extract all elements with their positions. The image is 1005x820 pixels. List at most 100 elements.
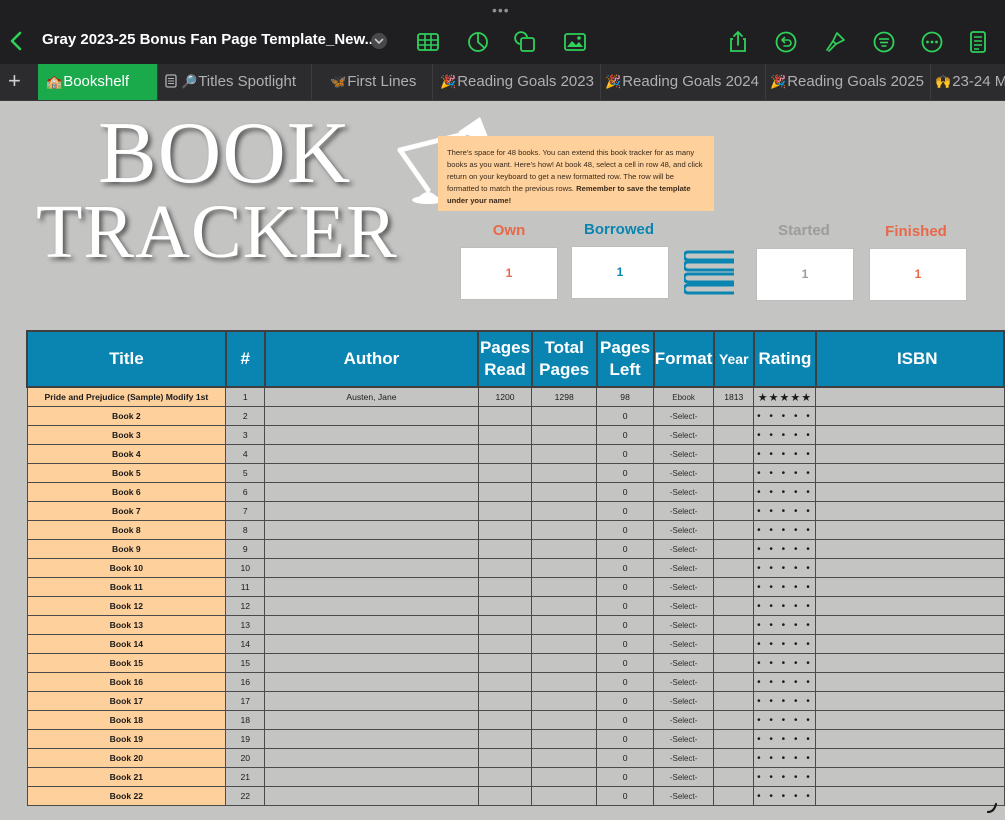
total-pages-cell[interactable] bbox=[531, 520, 598, 540]
isbn-cell[interactable] bbox=[815, 634, 1005, 654]
total-pages-cell[interactable] bbox=[531, 710, 598, 730]
pages-left-cell[interactable]: 0 bbox=[596, 672, 655, 692]
year-cell[interactable] bbox=[713, 501, 755, 521]
format-select[interactable]: -Select- bbox=[653, 596, 715, 616]
rating-cell[interactable]: • • • • • bbox=[753, 539, 817, 559]
title-cell[interactable]: Book 11 bbox=[26, 577, 227, 597]
format-brush-icon[interactable] bbox=[823, 30, 847, 54]
header-number[interactable]: # bbox=[224, 330, 266, 388]
title-cell[interactable]: Pride and Prejudice (Sample) Modify 1st bbox=[26, 386, 227, 407]
author-cell[interactable] bbox=[264, 520, 479, 540]
rating-cell[interactable]: • • • • • bbox=[753, 615, 817, 635]
number-cell[interactable]: 9 bbox=[225, 539, 266, 559]
pages-read-cell[interactable]: 1200 bbox=[477, 386, 533, 407]
rating-cell[interactable]: • • • • • bbox=[753, 406, 817, 426]
author-cell[interactable] bbox=[264, 596, 479, 616]
format-select[interactable]: -Select- bbox=[653, 406, 715, 426]
total-pages-cell[interactable] bbox=[531, 748, 598, 768]
isbn-cell[interactable] bbox=[815, 786, 1005, 806]
pages-read-cell[interactable] bbox=[477, 444, 533, 464]
year-cell[interactable] bbox=[713, 596, 755, 616]
rating-cell[interactable]: • • • • • bbox=[753, 748, 817, 768]
total-pages-cell[interactable] bbox=[531, 539, 598, 559]
author-cell[interactable]: Austen, Jane bbox=[264, 386, 479, 407]
title-cell[interactable]: Book 12 bbox=[26, 596, 227, 616]
total-pages-cell[interactable] bbox=[531, 596, 598, 616]
pages-read-cell[interactable] bbox=[477, 672, 533, 692]
title-cell[interactable]: Book 19 bbox=[26, 729, 227, 749]
format-select[interactable]: -Select- bbox=[653, 577, 715, 597]
pages-read-cell[interactable] bbox=[477, 482, 533, 502]
number-cell[interactable]: 11 bbox=[225, 577, 266, 597]
number-cell[interactable]: 6 bbox=[225, 482, 266, 502]
format-select[interactable]: -Select- bbox=[653, 463, 715, 483]
pages-read-cell[interactable] bbox=[477, 634, 533, 654]
year-cell[interactable] bbox=[713, 539, 755, 559]
title-cell[interactable]: Book 13 bbox=[26, 615, 227, 635]
title-cell[interactable]: Book 4 bbox=[26, 444, 227, 464]
isbn-cell[interactable] bbox=[815, 710, 1005, 730]
header-isbn[interactable]: ISBN bbox=[814, 330, 1005, 388]
tab-bookshelf[interactable]: 🏫Bookshelf bbox=[38, 64, 158, 100]
pages-read-cell[interactable] bbox=[477, 615, 533, 635]
year-cell[interactable] bbox=[713, 463, 755, 483]
number-cell[interactable]: 18 bbox=[225, 710, 266, 730]
author-cell[interactable] bbox=[264, 710, 479, 730]
isbn-cell[interactable] bbox=[815, 501, 1005, 521]
year-cell[interactable] bbox=[713, 691, 755, 711]
title-cell[interactable]: Book 15 bbox=[26, 653, 227, 673]
year-cell[interactable] bbox=[713, 482, 755, 502]
title-cell[interactable]: Book 3 bbox=[26, 425, 227, 445]
isbn-cell[interactable] bbox=[815, 539, 1005, 559]
pages-left-cell[interactable]: 0 bbox=[596, 748, 655, 768]
year-cell[interactable] bbox=[713, 444, 755, 464]
pages-read-cell[interactable] bbox=[477, 596, 533, 616]
format-select[interactable]: -Select- bbox=[653, 539, 715, 559]
header-author[interactable]: Author bbox=[263, 330, 480, 388]
title-cell[interactable]: Book 10 bbox=[26, 558, 227, 578]
year-cell[interactable] bbox=[713, 767, 755, 787]
pages-left-cell[interactable]: 0 bbox=[596, 520, 655, 540]
year-cell[interactable] bbox=[713, 577, 755, 597]
total-pages-cell[interactable] bbox=[531, 691, 598, 711]
format-select[interactable]: -Select- bbox=[653, 558, 715, 578]
tab-first-lines[interactable]: 🦋First Lines bbox=[322, 64, 433, 100]
pages-read-cell[interactable] bbox=[477, 653, 533, 673]
rating-cell[interactable]: • • • • • bbox=[753, 710, 817, 730]
isbn-cell[interactable] bbox=[815, 386, 1005, 407]
pages-read-cell[interactable] bbox=[477, 786, 533, 806]
author-cell[interactable] bbox=[264, 425, 479, 445]
total-pages-cell[interactable] bbox=[531, 501, 598, 521]
number-cell[interactable]: 1 bbox=[225, 386, 266, 407]
format-select[interactable]: -Select- bbox=[653, 729, 715, 749]
stat-borrowed-value[interactable]: 1 bbox=[571, 246, 669, 299]
organize-menu-icon[interactable] bbox=[872, 30, 896, 54]
total-pages-cell[interactable] bbox=[531, 406, 598, 426]
format-select[interactable]: -Select- bbox=[653, 786, 715, 806]
pages-left-cell[interactable]: 0 bbox=[596, 501, 655, 521]
pages-read-cell[interactable] bbox=[477, 729, 533, 749]
title-cell[interactable]: Book 21 bbox=[26, 767, 227, 787]
tab-reading-goals-2024[interactable]: 🎉Reading Goals 2024 bbox=[597, 64, 766, 100]
pages-read-cell[interactable] bbox=[477, 539, 533, 559]
year-cell[interactable] bbox=[713, 710, 755, 730]
number-cell[interactable]: 19 bbox=[225, 729, 266, 749]
pages-left-cell[interactable]: 0 bbox=[596, 634, 655, 654]
pages-left-cell[interactable]: 0 bbox=[596, 615, 655, 635]
total-pages-cell[interactable] bbox=[531, 463, 598, 483]
title-cell[interactable]: Book 18 bbox=[26, 710, 227, 730]
format-select[interactable]: -Select- bbox=[653, 767, 715, 787]
isbn-cell[interactable] bbox=[815, 406, 1005, 426]
pages-left-cell[interactable]: 0 bbox=[596, 577, 655, 597]
total-pages-cell[interactable] bbox=[531, 786, 598, 806]
isbn-cell[interactable] bbox=[815, 482, 1005, 502]
year-cell[interactable] bbox=[713, 653, 755, 673]
rating-cell[interactable]: • • • • • bbox=[753, 463, 817, 483]
number-cell[interactable]: 12 bbox=[225, 596, 266, 616]
isbn-cell[interactable] bbox=[815, 729, 1005, 749]
pages-left-cell[interactable]: 0 bbox=[596, 653, 655, 673]
number-cell[interactable]: 4 bbox=[225, 444, 266, 464]
pages-left-cell[interactable]: 0 bbox=[596, 539, 655, 559]
header-total-pages[interactable]: Total Pages bbox=[530, 330, 598, 388]
author-cell[interactable] bbox=[264, 786, 479, 806]
